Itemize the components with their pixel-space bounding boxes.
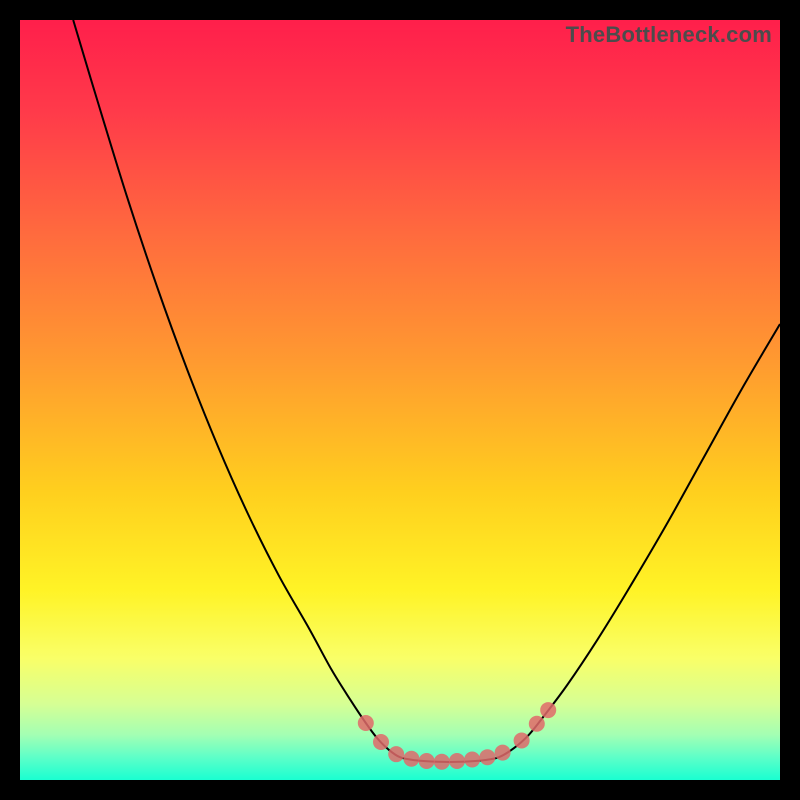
gradient-background	[20, 20, 780, 780]
cluster-marker	[373, 734, 389, 750]
chart-canvas	[20, 20, 780, 780]
cluster-marker	[434, 754, 450, 770]
cluster-marker	[529, 716, 545, 732]
cluster-marker	[464, 751, 480, 767]
cluster-marker	[495, 745, 511, 761]
cluster-marker	[388, 746, 404, 762]
cluster-marker	[403, 751, 419, 767]
cluster-marker	[358, 715, 374, 731]
watermark-text: TheBottleneck.com	[566, 22, 772, 48]
cluster-marker	[419, 753, 435, 769]
cluster-marker	[479, 749, 495, 765]
cluster-marker	[514, 732, 530, 748]
cluster-marker	[449, 753, 465, 769]
cluster-marker	[540, 702, 556, 718]
chart-frame: TheBottleneck.com	[20, 20, 780, 780]
